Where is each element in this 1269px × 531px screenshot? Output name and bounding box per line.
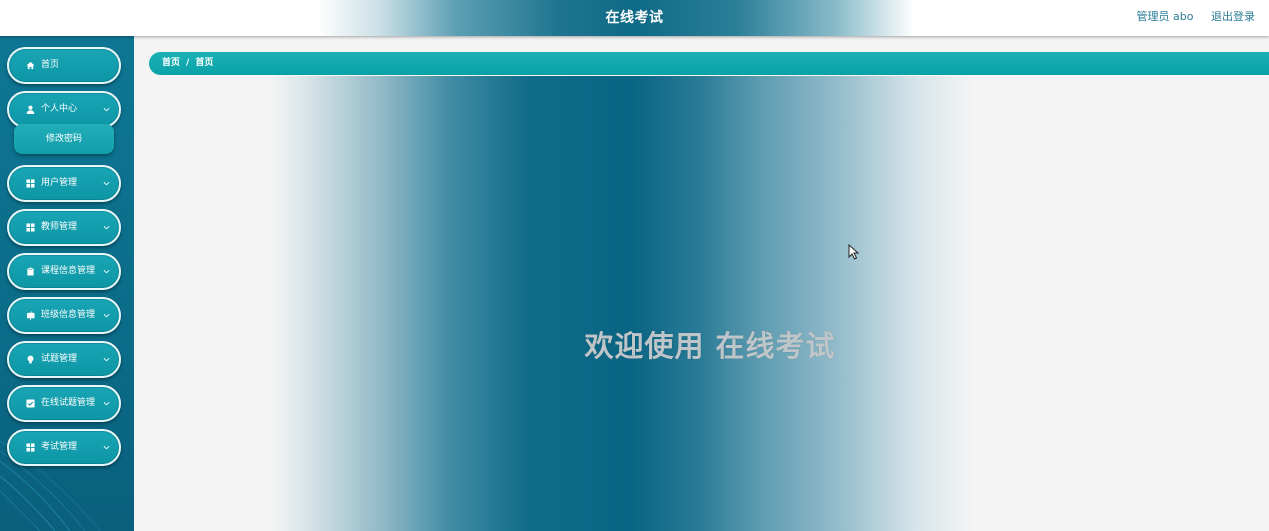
app-title: 在线考试	[605, 10, 664, 26]
sidebar-item-label: 个人中心	[41, 104, 78, 114]
sidebar-item-label: 首页	[41, 60, 60, 70]
chevron-down-icon	[103, 269, 110, 274]
grid-icon	[26, 443, 35, 452]
chevron-down-icon	[103, 181, 110, 186]
logout-button[interactable]: 退出登录	[1211, 10, 1255, 23]
sidebar-item-exam-management[interactable]: 考试管理	[7, 429, 121, 466]
sidebar-item-label: 课程信息管理	[41, 266, 96, 276]
sidebar-item-course-management[interactable]: 课程信息管理	[7, 253, 121, 290]
sidebar-item-label: 试题管理	[41, 354, 78, 364]
current-user-label[interactable]: 管理员 abo	[1137, 10, 1194, 23]
check-square-icon	[26, 399, 35, 408]
breadcrumb-item-home[interactable]: 首页	[162, 58, 180, 68]
chevron-down-icon	[103, 313, 110, 318]
sidebar-item-class-management[interactable]: 班级信息管理	[7, 297, 121, 334]
sidebar: 首页 个人中心 修改密码 用户管理 教师管理 课程信息管理 班级信息管理 试题管…	[0, 36, 134, 531]
sidebar-item-personal-center[interactable]: 个人中心	[7, 91, 121, 128]
bulb-icon	[27, 355, 34, 364]
clipboard-icon	[27, 267, 34, 276]
sidebar-item-label: 用户管理	[41, 178, 78, 188]
home-icon	[26, 61, 35, 70]
submenu-item-change-password[interactable]: 修改密码	[14, 124, 114, 154]
sidebar-item-label: 班级信息管理	[41, 310, 96, 320]
top-header: 在线考试 管理员 abo 退出登录	[0, 0, 1269, 36]
sidebar-item-user-management[interactable]: 用户管理	[7, 165, 121, 202]
breadcrumb: 首页 / 首页	[149, 52, 1269, 75]
main-content-area	[134, 76, 1269, 531]
mailbox-icon	[26, 311, 35, 320]
breadcrumb-separator: /	[186, 58, 190, 68]
sidebar-item-label: 教师管理	[41, 222, 78, 232]
sidebar-item-teacher-management[interactable]: 教师管理	[7, 209, 121, 246]
chevron-down-icon	[103, 225, 110, 230]
chevron-down-icon	[103, 107, 110, 112]
header-actions: 管理员 abo 退出登录	[1123, 0, 1255, 36]
sidebar-item-home[interactable]: 首页	[7, 47, 121, 84]
sidebar-item-label: 考试管理	[41, 442, 78, 452]
sidebar-item-question-management[interactable]: 试题管理	[7, 341, 121, 378]
breadcrumb-item-current: 首页	[195, 58, 214, 68]
chevron-down-icon	[103, 445, 110, 450]
welcome-message: 欢迎使用 在线考试	[584, 329, 836, 363]
sidebar-item-online-question-management[interactable]: 在线试题管理	[7, 385, 121, 422]
grid-icon	[26, 179, 35, 188]
chevron-down-icon	[103, 357, 110, 362]
user-icon	[26, 105, 35, 114]
chevron-down-icon	[103, 401, 110, 406]
mouse-cursor-icon	[848, 244, 860, 260]
grid-icon	[26, 223, 35, 232]
sidebar-item-label: 在线试题管理	[41, 398, 96, 408]
